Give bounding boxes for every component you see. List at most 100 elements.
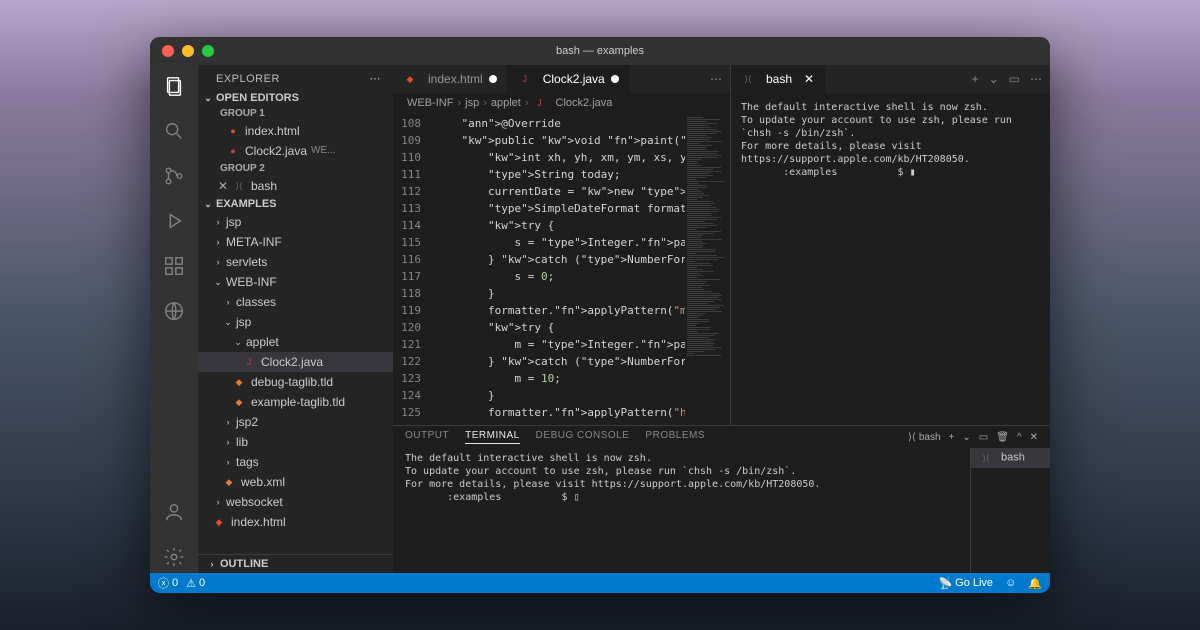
- tree-folder[interactable]: ›tags: [198, 452, 393, 472]
- file-icon: ◆: [222, 475, 236, 489]
- outline-section[interactable]: ›OUTLINE: [198, 554, 393, 573]
- tree-folder[interactable]: ›classes: [198, 292, 393, 312]
- panel-split-icon[interactable]: ▭: [979, 432, 988, 443]
- titlebar[interactable]: bash — examples: [150, 37, 1050, 65]
- tree-folder[interactable]: ⌄WEB-INF: [198, 272, 393, 292]
- panel-tab[interactable]: DEBUG CONSOLE: [536, 430, 630, 444]
- editor-group-1-label: GROUP 1: [198, 106, 393, 121]
- terminal-more-icon[interactable]: ⋯: [1030, 72, 1042, 86]
- chevron-icon: ⌄: [222, 313, 234, 331]
- tree-file[interactable]: ◆web.xml: [198, 472, 393, 492]
- new-terminal-icon[interactable]: +: [972, 72, 979, 86]
- minimap[interactable]: [685, 113, 730, 425]
- terminal-chevron-icon[interactable]: ⌄: [989, 72, 999, 86]
- split-editor-icon[interactable]: ▭: [1009, 72, 1020, 86]
- panel-new-icon[interactable]: +: [949, 432, 955, 443]
- terminal-icon: ⟩⟨: [232, 179, 246, 193]
- explorer-icon[interactable]: [163, 75, 185, 102]
- modified-dot-icon: [611, 75, 619, 83]
- tree-folder[interactable]: ›META-INF: [198, 232, 393, 252]
- bottom-panel: OUTPUT TERMINAL DEBUG CONSOLE PROBLEMS ⟩⟨ba…: [393, 425, 1050, 573]
- editor-tab[interactable]: JClock2.java: [508, 65, 630, 93]
- status-bell-icon[interactable]: 🔔: [1028, 577, 1042, 590]
- chevron-icon: ⌄: [212, 273, 224, 291]
- status-go-live[interactable]: 📡 Go Live: [938, 577, 993, 590]
- panel-trash-icon[interactable]: 🗑: [996, 432, 1009, 443]
- tree-file[interactable]: JClock2.java: [198, 352, 393, 372]
- editor-group: ◆index.htmlJClock2.java ⋯ WEB-INF›jsp›ap…: [393, 65, 1050, 573]
- tree-folder[interactable]: ›servlets: [198, 252, 393, 272]
- editor-pane-left: ◆index.htmlJClock2.java ⋯ WEB-INF›jsp›ap…: [393, 65, 730, 425]
- editor-tabs-left: ◆index.htmlJClock2.java ⋯: [393, 65, 730, 93]
- editor-tabs-right: ⟩⟨bash✕ + ⌄ ▭ ⋯: [731, 65, 1050, 93]
- terminal-tab[interactable]: ⟩⟨bash✕: [731, 65, 825, 93]
- line-gutter: 1081091101111121131141151161171181191201…: [393, 113, 435, 425]
- tree-folder[interactable]: ›jsp2: [198, 412, 393, 432]
- sidebar: EXPLORER ⋯ ⌄OPEN EDITORS GROUP 1 ●index.…: [198, 65, 393, 573]
- search-icon[interactable]: [163, 120, 185, 147]
- file-icon: ◆: [232, 375, 246, 389]
- panel-maximize-icon[interactable]: ^: [1017, 432, 1022, 443]
- chevron-icon: ›: [212, 493, 224, 511]
- open-editor-item[interactable]: ●Clock2.javaWE...: [198, 141, 393, 161]
- file-icon: ◆: [232, 395, 246, 409]
- account-icon[interactable]: [163, 501, 185, 528]
- tree-folder[interactable]: ›websocket: [198, 492, 393, 512]
- code-editor[interactable]: 1081091101111121131141151161171181191201…: [393, 113, 730, 425]
- source-control-icon[interactable]: [163, 165, 185, 192]
- terminal-icon: ⟩⟨: [979, 451, 993, 465]
- breadcrumbs[interactable]: WEB-INF›jsp›applet›JClock2.java: [393, 93, 730, 113]
- chevron-icon: ›: [222, 453, 234, 471]
- status-bar: ⓧ 0 ⚠ 0 📡 Go Live ☺ 🔔: [150, 573, 1050, 593]
- panel-tab[interactable]: PROBLEMS: [645, 430, 705, 444]
- tree-folder[interactable]: ›lib: [198, 432, 393, 452]
- close-tab-icon[interactable]: ✕: [804, 72, 814, 86]
- breadcrumb-segment[interactable]: jsp: [465, 97, 479, 109]
- breadcrumb-segment[interactable]: Clock2.java: [556, 97, 613, 109]
- status-warnings[interactable]: ⚠ 0: [186, 577, 205, 590]
- extensions-icon[interactable]: [163, 255, 185, 282]
- editor-tab[interactable]: ◆index.html: [393, 65, 508, 93]
- settings-icon[interactable]: [163, 546, 185, 573]
- remote-icon[interactable]: [163, 300, 185, 327]
- panel-terminal-list: ⟩⟨ bash: [970, 448, 1050, 573]
- editor-more-icon[interactable]: ⋯: [710, 72, 722, 86]
- window-title: bash — examples: [150, 45, 1050, 57]
- panel-tab[interactable]: OUTPUT: [405, 430, 449, 444]
- tree-file[interactable]: ◆index.html: [198, 512, 393, 532]
- tree-file[interactable]: ◆debug-taglib.tld: [198, 372, 393, 392]
- status-errors[interactable]: ⓧ 0: [158, 575, 178, 591]
- panel-shell-selector[interactable]: ⟩⟨bash: [908, 432, 941, 443]
- breadcrumb-segment[interactable]: WEB-INF: [407, 97, 453, 109]
- close-editor-icon[interactable]: ✕: [216, 177, 230, 195]
- panel-chevron-icon[interactable]: ⌄: [962, 432, 970, 443]
- sidebar-header: EXPLORER ⋯: [198, 65, 393, 90]
- chevron-icon: ⌄: [232, 333, 244, 351]
- sidebar-header-label: EXPLORER: [216, 73, 280, 85]
- file-icon: ●: [226, 144, 240, 158]
- chevron-icon: ›: [222, 413, 234, 431]
- main-area: EXPLORER ⋯ ⌄OPEN EDITORS GROUP 1 ●index.…: [150, 65, 1050, 573]
- debug-icon[interactable]: [163, 210, 185, 237]
- tree-folder[interactable]: ⌄applet: [198, 332, 393, 352]
- shell-icon: ⟩⟨: [908, 432, 916, 443]
- tree-folder[interactable]: ⌄jsp: [198, 312, 393, 332]
- panel-tabs: OUTPUT TERMINAL DEBUG CONSOLE PROBLEMS ⟩⟨ba…: [393, 426, 1050, 448]
- open-editor-item[interactable]: ✕⟩⟨bash: [198, 176, 393, 196]
- tree-folder[interactable]: ›jsp: [198, 212, 393, 232]
- panel-terminal[interactable]: The default interactive shell is now zsh…: [393, 448, 970, 573]
- sidebar-more-icon[interactable]: ⋯: [370, 72, 382, 85]
- vscode-window: bash — examples EXPLORER ⋯ ⌄OPEN EDITORS…: [150, 37, 1050, 593]
- open-editor-item[interactable]: ●index.html: [198, 121, 393, 141]
- panel-side-item[interactable]: ⟩⟨ bash: [971, 448, 1050, 468]
- workspace-section[interactable]: ⌄EXAMPLES: [198, 196, 393, 212]
- panel-tab[interactable]: TERMINAL: [465, 430, 520, 444]
- terminal-pane-right[interactable]: The default interactive shell is now zsh…: [731, 93, 1050, 425]
- modified-dot-icon: [489, 75, 497, 83]
- open-editors-section[interactable]: ⌄OPEN EDITORS: [198, 90, 393, 106]
- breadcrumb-segment[interactable]: applet: [491, 97, 521, 109]
- tree-file[interactable]: ◆example-taglib.tld: [198, 392, 393, 412]
- status-feedback-icon[interactable]: ☺: [1005, 577, 1016, 589]
- panel-close-icon[interactable]: ✕: [1030, 432, 1038, 443]
- code-area[interactable]: "ann">@Override "kw">public "kw">void "f…: [435, 113, 685, 425]
